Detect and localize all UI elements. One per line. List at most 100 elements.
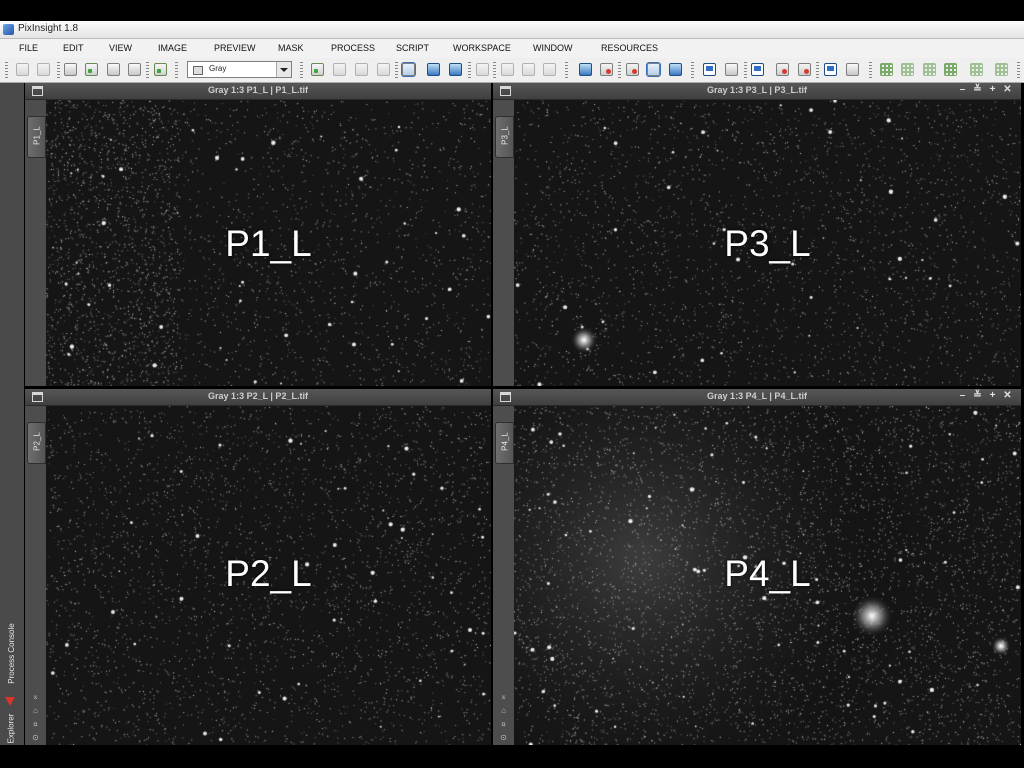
zoom-tool-icon[interactable]	[401, 62, 416, 77]
maximize-icon[interactable]: +	[985, 390, 1000, 401]
screen-monitor-icon[interactable]	[703, 63, 716, 76]
image-window-p4[interactable]: Gray 1:3 P4_L | P4_L.tif – ≚ + ✕ P4_L ⌅ ⌂ ¤…	[493, 389, 1021, 745]
toolbar-grip[interactable]	[869, 62, 872, 78]
menu-script[interactable]: SCRIPT	[396, 43, 429, 53]
window-titlebar[interactable]: Gray 1:3 P4_L | P4_L.tif – ≚ + ✕	[493, 389, 1021, 406]
menu-edit[interactable]: EDIT	[63, 43, 84, 53]
image-window-p2[interactable]: Gray 1:3 P2_L | P2_L.tif P2_L ⌅ ⌂ ¤ ⊙ P2…	[25, 389, 491, 745]
new-view-icon[interactable]	[154, 63, 167, 76]
store-preview-icon[interactable]	[355, 63, 368, 76]
view-id-tab[interactable]: P3_L	[495, 116, 514, 158]
menu-workspace[interactable]: WORKSPACE	[453, 43, 511, 53]
explorer-monitor-icon[interactable]	[824, 63, 837, 76]
close-image-icon[interactable]	[128, 63, 141, 76]
mask-enable-icon[interactable]	[543, 63, 556, 76]
image-canvas[interactable]: P3_L	[514, 100, 1021, 386]
toolbar-grip[interactable]	[395, 62, 398, 78]
process-explorer-icon[interactable]	[579, 63, 592, 76]
toolbar-grip[interactable]	[493, 62, 496, 78]
process-cancel-icon[interactable]	[600, 63, 613, 76]
shade-icon[interactable]: ≚	[970, 84, 985, 95]
menu-process[interactable]: PROCESS	[331, 43, 375, 53]
toolbar-grip[interactable]	[57, 62, 60, 78]
explorer-tab[interactable]: Explorer	[3, 712, 20, 746]
settings-icon[interactable]: ⊙	[499, 734, 508, 742]
image-window-p1[interactable]: Gray 1:3 P1_L | P1_L.tif P1_L P1_L	[25, 83, 491, 386]
menu-view[interactable]: VIEW	[109, 43, 132, 53]
view-id-tab[interactable]: P1_L	[27, 116, 46, 158]
image-canvas[interactable]: P2_L	[46, 406, 491, 745]
close-icon[interactable]: ✕	[1000, 390, 1015, 401]
undo-icon[interactable]	[16, 63, 29, 76]
minimize-icon[interactable]: –	[955, 84, 970, 95]
toolbar-grip[interactable]	[744, 62, 747, 78]
mask-invert-icon[interactable]	[522, 63, 535, 76]
stf-link-icon[interactable]	[669, 63, 682, 76]
window-titlebar[interactable]: Gray 1:3 P2_L | P2_L.tif	[25, 389, 491, 406]
view-id-tab[interactable]: P4_L	[495, 422, 514, 464]
shade-icon[interactable]: ≚	[970, 390, 985, 401]
mask-show-icon[interactable]	[501, 63, 514, 76]
view-selector[interactable]: Gray	[187, 61, 292, 78]
toolbar-grip[interactable]	[300, 62, 303, 78]
new-image-icon[interactable]	[64, 63, 77, 76]
restore-windows-icon[interactable]	[970, 63, 983, 76]
stf-reset-icon[interactable]	[626, 63, 639, 76]
minimize-icon[interactable]: –	[955, 390, 970, 401]
image-window-p3[interactable]: Gray 1:3 P3_L | P3_L.tif – ≚ + ✕ P3_L P3_L	[493, 83, 1021, 386]
fit-view-icon[interactable]	[476, 63, 489, 76]
zoom-out-icon[interactable]	[449, 63, 462, 76]
view-strip: P3_L	[493, 100, 514, 386]
process-console-tab[interactable]: Process Console	[3, 623, 20, 690]
open-image-icon[interactable]	[85, 63, 98, 76]
zoom-in-icon[interactable]	[427, 63, 440, 76]
chevron-down-icon[interactable]	[276, 62, 291, 77]
restore-preview-icon[interactable]	[377, 63, 390, 76]
dock-icon[interactable]: ¤	[499, 721, 508, 729]
window-titlebar[interactable]: Gray 1:3 P1_L | P1_L.tif	[25, 83, 491, 100]
pin-icon[interactable]: ⌅	[31, 693, 40, 701]
process-console-icon[interactable]	[5, 697, 15, 706]
dock-icon[interactable]: ¤	[31, 721, 40, 729]
toolbar-grip[interactable]	[146, 62, 149, 78]
toolbar-grip[interactable]	[175, 62, 178, 78]
workspace-settings-icon[interactable]	[846, 63, 859, 76]
toolbar-grip[interactable]	[691, 62, 694, 78]
menu-resources[interactable]: RESOURCES	[601, 43, 658, 53]
menu-preview[interactable]: PREVIEW	[214, 43, 256, 53]
redo-icon[interactable]	[37, 63, 50, 76]
workspace-monitor-icon[interactable]	[751, 63, 764, 76]
arrange-icons-icon[interactable]	[923, 63, 936, 76]
close-icon[interactable]: ✕	[1000, 84, 1015, 95]
image-canvas[interactable]: P1_L	[46, 100, 491, 386]
color-management-icon[interactable]	[725, 63, 738, 76]
stf-auto-icon[interactable]	[646, 62, 661, 77]
image-canvas[interactable]: P4_L	[514, 406, 1021, 745]
toolbar-grip[interactable]	[565, 62, 568, 78]
menu-window[interactable]: WINDOW	[533, 43, 573, 53]
menu-file[interactable]: FILE	[19, 43, 38, 53]
lock-icon[interactable]: ⌂	[31, 707, 40, 715]
workspace-close-icon[interactable]	[776, 63, 789, 76]
menu-image[interactable]: IMAGE	[158, 43, 187, 53]
maximize-icon[interactable]: +	[985, 84, 1000, 95]
save-image-icon[interactable]	[107, 63, 120, 76]
menu-mask[interactable]: MASK	[278, 43, 304, 53]
tile-windows-icon[interactable]	[880, 63, 893, 76]
window-titlebar[interactable]: Gray 1:3 P3_L | P3_L.tif – ≚ + ✕	[493, 83, 1021, 100]
hide-windows-icon[interactable]	[995, 63, 1008, 76]
pin-icon[interactable]: ⌅	[499, 693, 508, 701]
new-preview-icon[interactable]	[311, 63, 324, 76]
toolbar-grip[interactable]	[816, 62, 819, 78]
toolbar-grip[interactable]	[618, 62, 621, 78]
toolbar-grip[interactable]	[1017, 62, 1020, 78]
cascade-windows-icon[interactable]	[901, 63, 914, 76]
toolbar-grip[interactable]	[5, 62, 8, 78]
lock-icon[interactable]: ⌂	[499, 707, 508, 715]
workspace-minimize-icon[interactable]	[798, 63, 811, 76]
settings-icon[interactable]: ⊙	[31, 734, 40, 742]
toolbar-grip[interactable]	[468, 62, 471, 78]
view-id-tab[interactable]: P2_L	[27, 422, 46, 464]
iconize-windows-icon[interactable]	[944, 63, 957, 76]
edit-preview-icon[interactable]	[333, 63, 346, 76]
